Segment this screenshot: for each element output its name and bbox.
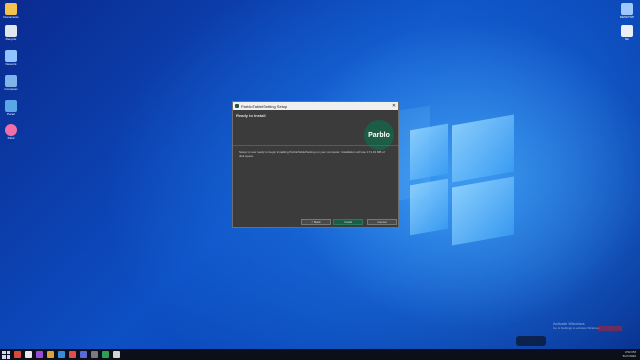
desktop-icon[interactable]: DESKTOP (616, 3, 638, 19)
taskbar-app-icon[interactable] (36, 351, 43, 358)
desktop-icon-label: Documents (3, 16, 19, 19)
taskbar-app-icon[interactable] (47, 351, 54, 358)
install-button[interactable]: Install (333, 219, 363, 225)
installer-window: ParbloTabletSetting Setup ✕ Ready to Ins… (232, 101, 399, 228)
desktop-icon[interactable]: Paint (0, 124, 22, 140)
paint-icon (5, 124, 17, 136)
desktop-icon[interactable]: Recycle (0, 25, 22, 41)
control-panel-icon (5, 100, 17, 112)
start-button[interactable] (2, 350, 10, 359)
system-clock[interactable]: 3:52 PM 5/27/2020 (623, 350, 636, 358)
taskbar-app-icon[interactable] (80, 351, 87, 358)
computer-icon (5, 75, 17, 87)
document-icon (621, 25, 633, 37)
taskbar-app-icon[interactable] (58, 351, 65, 358)
app-icon (235, 104, 239, 108)
folder-icon (5, 3, 17, 15)
taskbar: 3:52 PM 5/27/2020 (0, 349, 640, 360)
desktop-icon[interactable]: Network (0, 50, 22, 66)
taskbar-app-icon[interactable] (91, 351, 98, 358)
desktop-icon-label: Computer (4, 88, 18, 91)
desktop-icon-label: Panel (7, 113, 15, 116)
taskbar-app-icon[interactable] (25, 351, 32, 358)
recycle-bin-icon (5, 25, 17, 37)
wizard-header: Ready to Install Parblo (233, 110, 398, 150)
file-icon (621, 3, 633, 15)
recording-badge (598, 326, 622, 331)
desktop-icon[interactable]: file (616, 25, 638, 41)
page-title: Ready to Install (236, 113, 266, 118)
divider (233, 145, 398, 146)
desktop-icon[interactable]: Panel (0, 100, 22, 116)
cancel-button[interactable]: Cancel (367, 219, 397, 225)
network-icon (5, 50, 17, 62)
close-icon[interactable]: ✕ (390, 103, 398, 109)
desktop-icon-label: file (625, 38, 629, 41)
window-title: ParbloTabletSetting Setup (241, 103, 288, 109)
taskbar-app-icon[interactable] (113, 351, 120, 358)
back-button[interactable]: < Back (301, 219, 331, 225)
taskbar-app-icon[interactable] (69, 351, 76, 358)
window-titlebar[interactable]: ParbloTabletSetting Setup ✕ (233, 102, 398, 110)
taskbar-app-icon[interactable] (102, 351, 109, 358)
desktop-icon-label: Recycle (5, 38, 17, 41)
webcam-overlay (516, 336, 546, 346)
activation-watermark: Activate Windows Go to Settings to activ… (553, 321, 600, 331)
taskbar-app-icon[interactable] (14, 351, 21, 358)
desktop-icon-label: DESKTOP (619, 16, 635, 19)
desktop-icon[interactable]: Documents (0, 3, 22, 19)
install-description: Setup is now ready to begin installing P… (239, 150, 385, 158)
desktop-icon[interactable]: Computer (0, 75, 22, 91)
watermark-subtitle: Go to Settings to activate Windows. (553, 326, 601, 330)
desktop-icon-label: Paint (7, 137, 15, 140)
clock-date: 5/27/2020 (622, 354, 636, 358)
desktop-icon-label: Network (5, 63, 17, 66)
